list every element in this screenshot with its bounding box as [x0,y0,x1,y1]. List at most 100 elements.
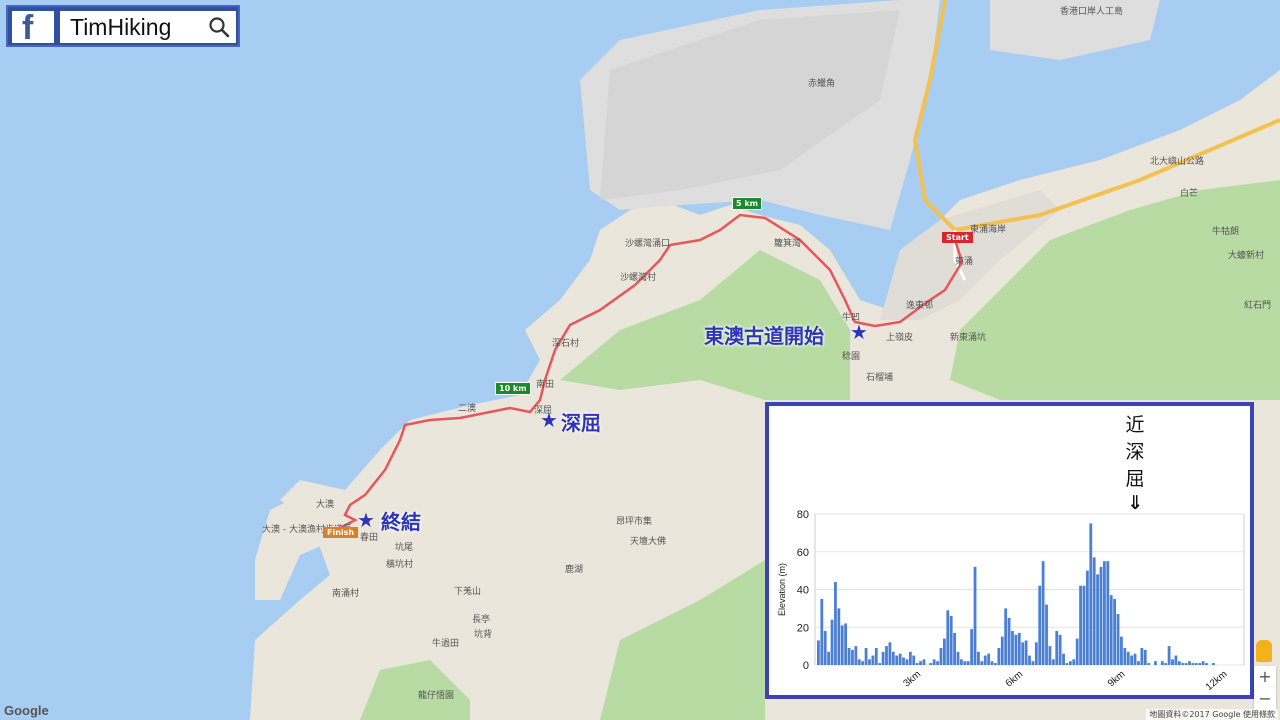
facebook-icon[interactable]: f [12,9,54,47]
pegman-icon[interactable] [1256,640,1272,662]
elevation-bar [834,581,837,665]
elevation-bar [1007,617,1011,665]
elevation-bar [1062,653,1065,665]
elevation-bar [844,623,848,665]
map-label: 東涌海岸 [970,225,1007,235]
elevation-bar [1000,636,1004,665]
elevation-bar [963,661,967,665]
elevation-bar [1082,585,1086,665]
elevation-bar [1089,523,1093,665]
elevation-bar [874,648,878,665]
elevation-bar [1160,661,1164,665]
annotation-char: 屈 [1125,468,1145,490]
elevation-bar [1017,632,1021,665]
elevation-bar [891,651,895,665]
annotation-char: 深 [1125,441,1145,463]
elevation-bar [888,642,892,665]
elevation-bar [1188,661,1191,665]
elevation-bar [1103,561,1106,665]
elevation-bar [956,651,960,665]
map-label: 大蠔新村 [1228,251,1265,261]
elevation-bar [987,653,991,665]
down-arrow-icon: ⇓ [1127,492,1143,514]
elevation-bar [1198,663,1202,665]
elevation-bar [1004,608,1008,665]
star-icon: ★ [540,408,558,432]
map-label: 香港口岸人工島 [1060,7,1124,17]
elevation-bar [881,651,885,665]
elevation-bar [1024,640,1028,665]
y-tick-label: 40 [797,585,809,597]
map-attribution[interactable]: 地圖資料©2017 Google 使用條款 [1146,709,1278,720]
map-label: 牛過田 [432,639,460,649]
elevation-bar [1143,649,1147,665]
elevation-bar [994,663,997,665]
elevation-bar [1133,653,1137,665]
map-label: 坑尾 [395,543,414,553]
elevation-bar [1137,661,1140,665]
y-tick-label: 80 [797,509,809,521]
zoom-in-button[interactable]: + [1254,666,1276,688]
elevation-bar [1181,663,1185,665]
search-input[interactable]: TimHiking [60,11,236,43]
km-marker-10[interactable]: 10 km [495,382,531,395]
start-place-label: 東澳古道開始 [704,324,824,348]
finish-marker[interactable]: Finish [323,527,359,538]
elevation-bar [1085,570,1089,665]
map-label: 逸東邨 [906,301,934,311]
y-axis-label: Elevation (m) [777,563,787,616]
elevation-bar [817,640,820,665]
elevation-bar [1079,585,1082,665]
map-label: 沙螺灣涌口 [625,239,671,249]
x-tick-label: 3km [902,669,924,690]
elevation-bar [1092,557,1096,665]
elevation-bar [929,663,933,665]
end-place-label: 終結 [381,510,421,534]
elevation-bar [966,661,970,665]
search-query: TimHiking [70,14,172,40]
elevation-bar [827,651,831,665]
elevation-bar [1038,585,1042,665]
km-marker-5[interactable]: 5 km [732,197,763,210]
x-tick-label: 9km [1106,669,1128,690]
elevation-bar [990,661,994,665]
elevation-bar [1068,661,1072,665]
map-label: 南涌村 [332,589,360,599]
elevation-bar [908,651,912,665]
elevation-bar [851,649,854,665]
elevation-bar [905,659,909,665]
elevation-bar [895,655,899,665]
elevation-bar [932,659,936,665]
start-marker[interactable]: Start [942,232,973,243]
elevation-bar [1011,631,1014,665]
x-tick-label: 12km [1204,669,1230,693]
elevation-bar [1130,655,1134,665]
map-label: 下羗山 [454,587,482,597]
elevation-bar [953,632,956,665]
elevation-bar [1171,659,1174,665]
magnifier-icon[interactable] [208,16,230,38]
elevation-bar [970,629,974,665]
elevation-bar [919,661,922,665]
elevation-bar [1126,651,1130,665]
elevation-bar [1201,661,1205,665]
search-bar: f TimHiking [6,5,240,47]
elevation-bar [1051,659,1055,665]
elevation-bar [847,648,851,665]
elevation-bar [1028,655,1031,665]
map-label: 橫坑村 [386,560,414,570]
elevation-bar [820,598,824,665]
elevation-bar [902,657,905,665]
elevation-bar [1164,663,1168,665]
elevation-bar [1045,604,1048,665]
map-label: 赤鱲角 [808,79,836,89]
elevation-bar [1177,661,1181,665]
map-label: 白芒 [1180,189,1199,199]
zoom-out-button[interactable]: − [1254,688,1276,710]
elevation-bar [983,655,987,665]
elevation-bar [912,655,916,665]
elevation-bar [946,610,950,665]
elevation-bar [973,566,977,665]
elevation-bar [980,661,984,665]
elevation-bar [1048,646,1052,665]
